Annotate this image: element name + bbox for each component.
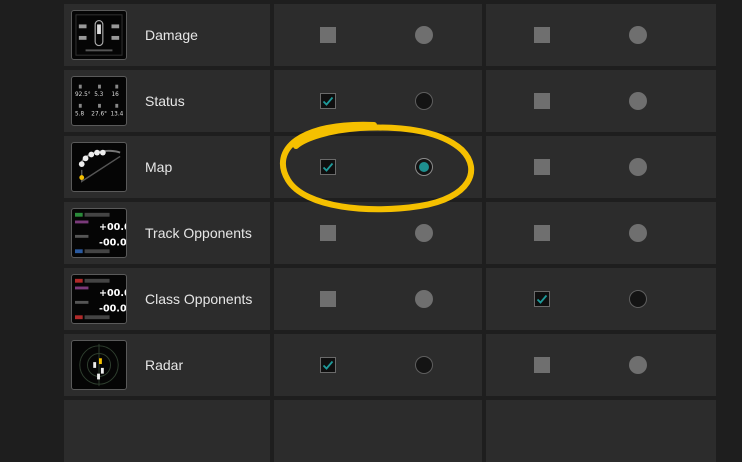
checkmark-icon bbox=[322, 96, 334, 106]
widget-name-cell bbox=[64, 400, 270, 462]
option-group-2 bbox=[486, 136, 716, 198]
enable-checkbox[interactable] bbox=[320, 291, 336, 307]
widget-name-cell: +00.0 -00.0 Track Opponents bbox=[64, 202, 270, 264]
widget-settings-grid: Damage 92.5° 5.3 16 5.8 27.6° 13.4 Statu… bbox=[64, 0, 716, 462]
option-group-2 bbox=[486, 400, 716, 462]
status-value: 13.4 bbox=[111, 111, 124, 117]
widget-row-partial bbox=[64, 400, 716, 462]
radar-widget-thumbnail bbox=[71, 340, 127, 390]
option-group-1 bbox=[274, 70, 482, 132]
widget-name-cell: +00.0 -00.0 Class Opponents bbox=[64, 268, 270, 330]
enable-checkbox[interactable] bbox=[534, 27, 550, 43]
option-group-1 bbox=[274, 4, 482, 66]
option-radio[interactable] bbox=[415, 92, 433, 110]
option-group-2 bbox=[486, 202, 716, 264]
checkmark-icon bbox=[322, 162, 334, 172]
map-widget-thumbnail bbox=[71, 142, 127, 192]
enable-checkbox[interactable] bbox=[534, 291, 550, 307]
option-group-2 bbox=[486, 268, 716, 330]
widget-name: Class Opponents bbox=[145, 291, 253, 307]
widget-name-cell: 92.5° 5.3 16 5.8 27.6° 13.4 Status bbox=[64, 70, 270, 132]
track-opponents-widget-thumbnail: +00.0 -00.0 bbox=[71, 208, 127, 258]
widget-name: Radar bbox=[145, 357, 184, 373]
gap-ahead-value: +00.0 bbox=[99, 288, 126, 299]
option-group-2 bbox=[486, 70, 716, 132]
gap-behind-value: -00.0 bbox=[99, 303, 126, 314]
damage-widget-thumbnail bbox=[71, 10, 127, 60]
option-group-2 bbox=[486, 334, 716, 396]
option-radio[interactable] bbox=[629, 158, 647, 176]
widget-row-damage: Damage bbox=[64, 4, 716, 66]
option-radio[interactable] bbox=[629, 92, 647, 110]
option-radio[interactable] bbox=[415, 224, 433, 242]
option-radio[interactable] bbox=[629, 290, 647, 308]
enable-checkbox[interactable] bbox=[534, 357, 550, 373]
enable-checkbox[interactable] bbox=[320, 27, 336, 43]
option-radio[interactable] bbox=[629, 26, 647, 44]
status-value: 92.5° bbox=[75, 92, 91, 98]
widget-row-map: Map bbox=[64, 136, 716, 198]
widget-name-cell: Radar bbox=[64, 334, 270, 396]
class-opponents-widget-thumbnail: +00.0 -00.0 bbox=[71, 274, 127, 324]
widget-name: Status bbox=[145, 93, 185, 109]
status-widget-thumbnail: 92.5° 5.3 16 5.8 27.6° 13.4 bbox=[71, 76, 127, 126]
enable-checkbox[interactable] bbox=[534, 225, 550, 241]
option-radio[interactable] bbox=[415, 356, 433, 374]
enable-checkbox[interactable] bbox=[534, 159, 550, 175]
enable-checkbox[interactable] bbox=[320, 93, 336, 109]
status-value: 5.3 bbox=[94, 92, 103, 98]
widget-row-status: 92.5° 5.3 16 5.8 27.6° 13.4 Status bbox=[64, 70, 716, 132]
option-group-1 bbox=[274, 202, 482, 264]
option-radio[interactable] bbox=[629, 224, 647, 242]
enable-checkbox[interactable] bbox=[320, 225, 336, 241]
option-group-2 bbox=[486, 4, 716, 66]
widget-name: Map bbox=[145, 159, 173, 175]
gap-behind-value: -00.0 bbox=[99, 237, 126, 248]
option-radio[interactable] bbox=[415, 26, 433, 44]
option-group-1 bbox=[274, 268, 482, 330]
status-value: 5.8 bbox=[75, 111, 84, 117]
enable-checkbox[interactable] bbox=[534, 93, 550, 109]
widget-name: Track Opponents bbox=[145, 225, 252, 241]
widget-row-radar: Radar bbox=[64, 334, 716, 396]
option-group-1 bbox=[274, 334, 482, 396]
widget-name: Damage bbox=[145, 27, 198, 43]
widget-name-cell: Damage bbox=[64, 4, 270, 66]
option-radio[interactable] bbox=[629, 356, 647, 374]
checkmark-icon bbox=[536, 294, 548, 304]
checkmark-icon bbox=[322, 360, 334, 370]
option-group-1 bbox=[274, 400, 482, 462]
widget-row-track-opponents: +00.0 -00.0 Track Opponents bbox=[64, 202, 716, 264]
option-group-1 bbox=[274, 136, 482, 198]
gap-ahead-value: +00.0 bbox=[99, 222, 126, 233]
option-radio[interactable] bbox=[415, 290, 433, 308]
enable-checkbox[interactable] bbox=[320, 357, 336, 373]
widget-name-cell: Map bbox=[64, 136, 270, 198]
status-value: 27.6° bbox=[91, 111, 107, 117]
enable-checkbox[interactable] bbox=[320, 159, 336, 175]
status-value: 16 bbox=[111, 92, 119, 98]
option-radio-selected[interactable] bbox=[415, 158, 433, 176]
widget-row-class-opponents: +00.0 -00.0 Class Opponents bbox=[64, 268, 716, 330]
